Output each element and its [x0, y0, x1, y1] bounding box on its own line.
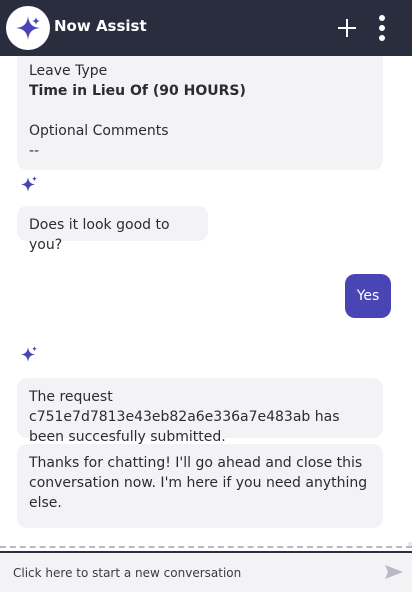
send-icon[interactable]	[384, 564, 404, 580]
leave-type-label: Leave Type	[29, 63, 108, 79]
closing-message-bubble: Thanks for chatting! I'll go ahead and c…	[17, 444, 383, 528]
chat-transcript[interactable]: Leave Type Time in Lieu Of (90 HOURS) Op…	[0, 56, 412, 546]
comments-value: --	[29, 143, 40, 159]
request-summary-bubble: Leave Type Time in Lieu Of (90 HOURS) Op…	[17, 56, 383, 170]
chat-header: Now Assist	[0, 0, 412, 56]
assistant-sparkle-icon	[21, 346, 37, 362]
header-title: Now Assist	[54, 17, 147, 35]
new-chat-button[interactable]	[331, 12, 363, 44]
user-reply-yes: Yes	[345, 274, 391, 318]
plus-icon	[338, 19, 356, 37]
leave-type-value: Time in Lieu Of (90 HOURS)	[29, 83, 246, 99]
comments-label: Optional Comments	[29, 123, 169, 139]
more-options-button[interactable]	[366, 12, 398, 44]
confirm-prompt-bubble: Does it look good to you?	[17, 206, 208, 253]
new-conversation-link[interactable]: Click here to start a new conversation	[13, 566, 241, 580]
now-assist-logo	[6, 6, 50, 50]
assistant-sparkle-icon	[21, 176, 37, 192]
more-vertical-icon	[379, 15, 385, 41]
sparkle-icon	[16, 16, 40, 40]
chat-footer: Click here to start a new conversation	[0, 553, 412, 592]
submitted-message-bubble: The request c751e7d7813e43eb82a6e336a7e4…	[17, 378, 383, 445]
conversation-end-divider	[0, 546, 412, 548]
